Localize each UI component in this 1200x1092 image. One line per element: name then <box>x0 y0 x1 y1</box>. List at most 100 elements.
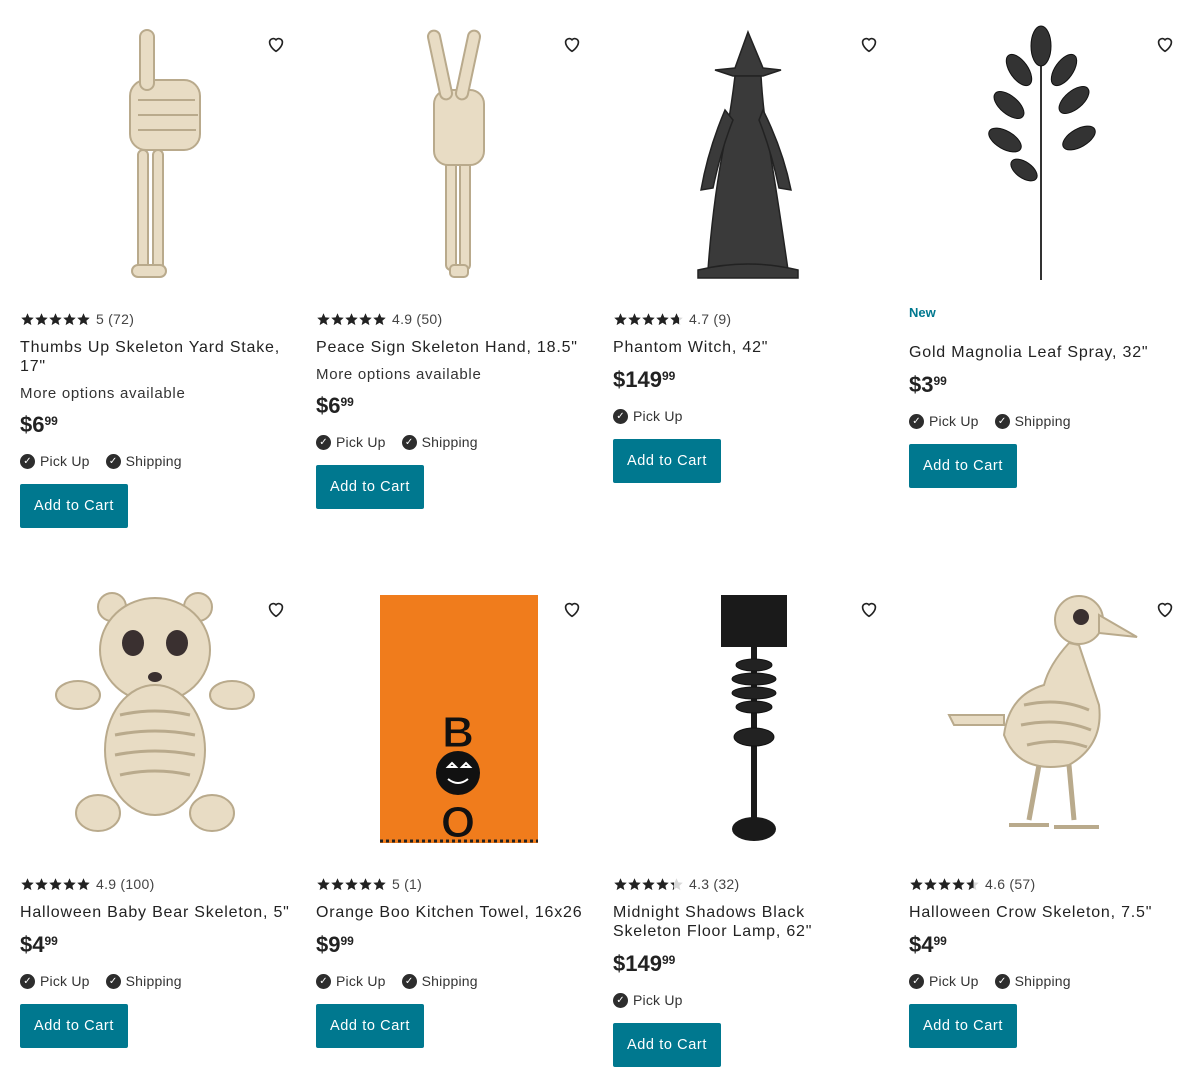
product-image[interactable] <box>613 20 883 290</box>
product-image[interactable] <box>20 585 290 855</box>
review-count[interactable]: (50) <box>416 311 442 327</box>
check-icon: ✓ <box>613 408 628 424</box>
product-price: $3 99 <box>909 372 1179 400</box>
check-icon: ✓ <box>20 453 35 469</box>
star-rating-icon <box>909 877 979 892</box>
favorite-heart-icon[interactable] <box>1154 33 1176 55</box>
check-icon: ✓ <box>105 453 121 469</box>
add-to-cart-button[interactable]: Add to Cart <box>316 465 424 509</box>
review-count[interactable]: (57) <box>1009 876 1035 892</box>
star-icon <box>345 877 358 890</box>
availability-label: Shipping <box>1014 413 1071 429</box>
product-name[interactable]: Halloween Crow Skeleton, 7.5" <box>909 903 1179 922</box>
review-count[interactable]: (9) <box>713 311 731 327</box>
product-image[interactable]: B O <box>316 585 586 855</box>
star-icon <box>924 877 937 890</box>
star-icon <box>670 312 683 325</box>
rating: 4.6 (57) <box>909 875 1179 893</box>
star-rating-icon <box>316 312 386 327</box>
pickup-option: ✓ Pick Up <box>613 408 683 424</box>
product-image[interactable] <box>20 20 290 290</box>
thumbs-up-skeleton-image <box>129 29 201 278</box>
product-price: $149 99 <box>613 951 883 979</box>
product-info: 4.3 (32) Midnight Shadows Black Skeleton… <box>613 875 883 1067</box>
star-icon <box>317 877 330 890</box>
star-rating-icon <box>613 877 683 892</box>
star-rating-icon <box>316 877 386 892</box>
star-icon <box>670 877 683 890</box>
baby-bear-skeleton-image <box>55 592 255 832</box>
star-icon <box>21 312 34 325</box>
rating-value: 5 <box>96 311 105 327</box>
shipping-option: ✓ Shipping <box>401 434 478 450</box>
availability-label: Shipping <box>1014 973 1071 989</box>
availability-label: Pick Up <box>929 973 979 989</box>
product-name[interactable]: Phantom Witch, 42" <box>613 338 883 357</box>
price-cents: 99 <box>340 934 354 948</box>
availability: ✓ Pick Up ✓ Shipping <box>20 973 290 989</box>
peace-sign-skeleton-image <box>426 29 485 278</box>
crow-skeleton-image <box>947 595 1138 829</box>
review-count[interactable]: (100) <box>120 876 154 892</box>
product-price: $6 99 <box>316 393 586 421</box>
price-cents: 99 <box>340 395 354 409</box>
check-icon: ✓ <box>401 434 417 450</box>
product-price: $149 99 <box>613 367 883 395</box>
more-options-text: More options available <box>20 385 186 402</box>
rating-value: 4.9 <box>392 311 413 327</box>
product-name[interactable]: Orange Boo Kitchen Towel, 16x26 <box>316 903 586 922</box>
add-to-cart-button[interactable]: Add to Cart <box>909 444 1017 488</box>
product-image[interactable] <box>316 20 586 290</box>
price-dollars: $149 <box>613 367 662 392</box>
product-info: New Gold Magnolia Leaf Spray, 32" $3 99 ✓… <box>909 305 1179 488</box>
favorite-heart-icon[interactable] <box>858 598 880 620</box>
availability-label: Pick Up <box>40 973 90 989</box>
add-to-cart-button[interactable]: Add to Cart <box>613 1023 721 1067</box>
product-price: $9 99 <box>316 932 586 960</box>
pickup-option: ✓ Pick Up <box>909 413 979 429</box>
favorite-heart-icon[interactable] <box>858 33 880 55</box>
rating: 5 (1) <box>316 875 586 893</box>
favorite-heart-icon[interactable] <box>561 33 583 55</box>
product-info: 4.7 (9) Phantom Witch, 42" $149 99 ✓ Pick … <box>613 310 883 483</box>
availability: ✓ Pick Up ✓ Shipping <box>909 973 1179 989</box>
availability-label: Pick Up <box>633 992 683 1008</box>
price-cents: 99 <box>661 953 676 967</box>
product-price: $4 99 <box>909 932 1179 960</box>
add-to-cart-button[interactable]: Add to Cart <box>316 1004 424 1048</box>
add-to-cart-button[interactable]: Add to Cart <box>20 484 128 528</box>
new-badge: New <box>909 305 936 320</box>
product-name[interactable]: Peace Sign Skeleton Hand, 18.5" <box>316 338 586 357</box>
product-info: 5 (1) Orange Boo Kitchen Towel, 16x26 $9… <box>316 875 586 1048</box>
pickup-option: ✓ Pick Up <box>909 973 979 989</box>
check-icon: ✓ <box>20 973 35 989</box>
add-to-cart-button[interactable]: Add to Cart <box>909 1004 1017 1048</box>
add-to-cart-button[interactable]: Add to Cart <box>613 439 721 483</box>
check-icon: ✓ <box>316 434 331 450</box>
pickup-option: ✓ Pick Up <box>20 973 90 989</box>
favorite-heart-icon[interactable] <box>1154 598 1176 620</box>
product-image[interactable] <box>909 585 1179 855</box>
review-count[interactable]: (32) <box>713 876 739 892</box>
favorite-heart-icon[interactable] <box>265 598 287 620</box>
star-icon <box>359 877 372 890</box>
check-icon: ✓ <box>909 973 924 989</box>
star-icon <box>614 877 627 890</box>
add-to-cart-button[interactable]: Add to Cart <box>20 1004 128 1048</box>
favorite-heart-icon[interactable] <box>561 598 583 620</box>
review-count[interactable]: (72) <box>108 311 134 327</box>
check-icon: ✓ <box>613 992 628 1008</box>
rating: 4.9 (50) <box>316 310 586 328</box>
product-image[interactable] <box>909 20 1179 290</box>
rating-value: 4.3 <box>689 876 710 892</box>
product-name[interactable]: Midnight Shadows Black Skeleton Floor La… <box>613 903 875 941</box>
availability-label: Pick Up <box>929 413 979 429</box>
review-count[interactable]: (1) <box>404 876 422 892</box>
product-name[interactable]: Thumbs Up Skeleton Yard Stake, 17" <box>20 338 282 376</box>
product-name[interactable]: Halloween Baby Bear Skeleton, 5" <box>20 903 290 922</box>
product-image[interactable] <box>613 585 883 855</box>
star-icon <box>63 312 76 325</box>
favorite-heart-icon[interactable] <box>265 33 287 55</box>
product-name[interactable]: Gold Magnolia Leaf Spray, 32" <box>909 343 1179 362</box>
star-icon <box>628 877 641 890</box>
